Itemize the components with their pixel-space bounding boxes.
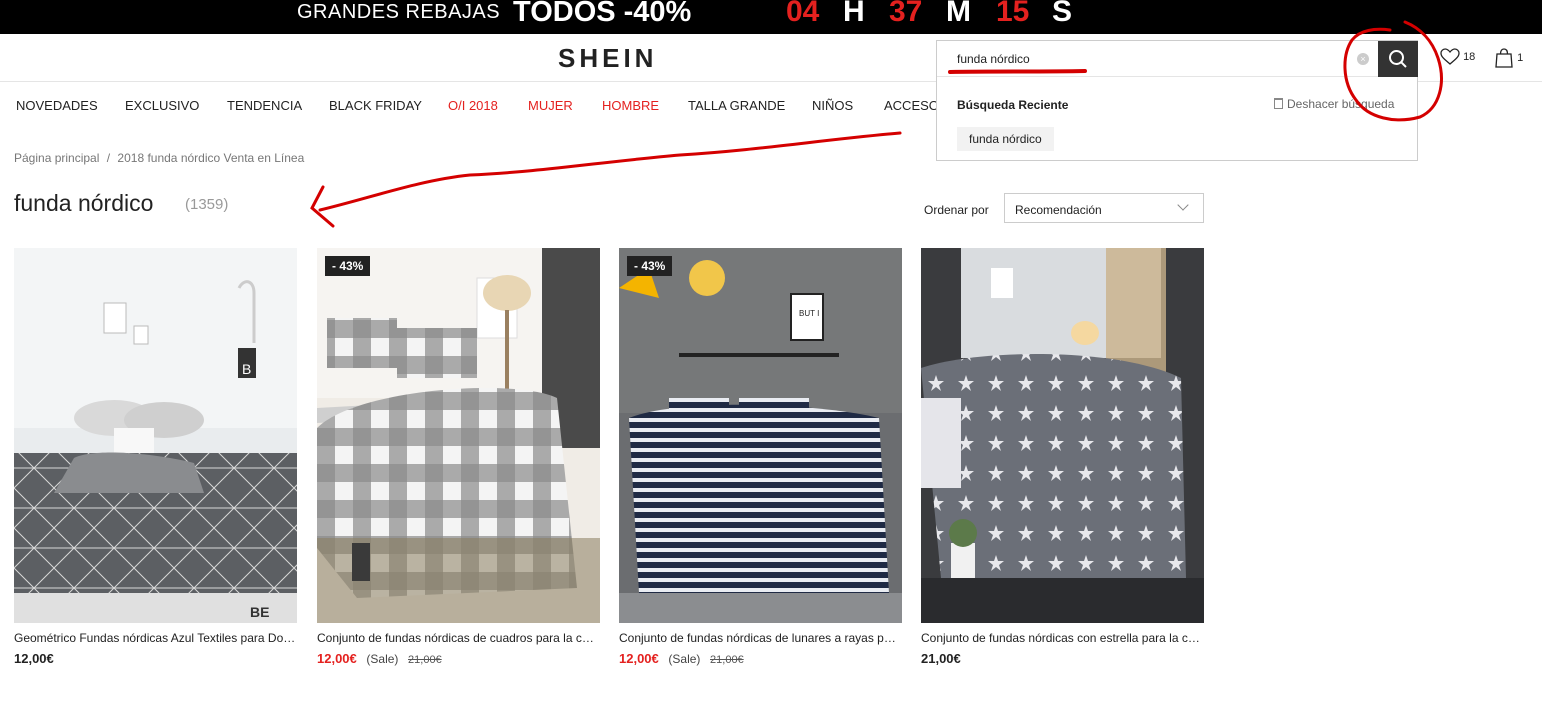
promo-banner[interactable]: GRANDES REBAJAS TODOS -40% 04 H 37 M 15 … <box>0 0 1542 34</box>
wishlist-count: 18 <box>1463 50 1476 63</box>
sort-value: Recomendación <box>1015 203 1102 217</box>
product-image[interactable] <box>921 248 1204 623</box>
svg-text:B: B <box>242 361 251 377</box>
annotation-arrow <box>318 131 902 212</box>
shopping-bag-icon <box>1495 48 1513 68</box>
bedding-gingham-check-image <box>317 248 600 623</box>
countdown-hours-unit: H <box>843 0 865 28</box>
product-prices: 12,00€ (Sale) 21,00€ <box>619 651 902 666</box>
product-image[interactable]: BUT I - 43% <box>619 248 902 623</box>
trash-icon <box>1274 98 1283 109</box>
product-price: 12,00€ <box>14 651 54 666</box>
countdown-minutes: 37 <box>889 0 923 28</box>
clear-search-icon[interactable]: × <box>1357 53 1369 65</box>
product-prices: 21,00€ <box>921 651 1204 666</box>
chevron-down-icon <box>1177 199 1189 211</box>
product-card[interactable]: - 43% Conjunto de fundas nórdicas de cua… <box>317 248 600 666</box>
product-price: 21,00€ <box>921 651 961 666</box>
sort-label: Ordenar por <box>924 203 989 217</box>
nav-item-ninos[interactable]: NIÑOS <box>812 98 853 113</box>
bedding-grey-stars-image <box>921 248 1204 623</box>
product-prices: 12,00€ (Sale) 21,00€ <box>317 651 600 666</box>
cart-count: 1 <box>1517 51 1524 64</box>
countdown-minutes-unit: M <box>946 0 971 28</box>
sort-select[interactable]: Recomendación <box>1004 193 1204 223</box>
nav-item-novedades[interactable]: NOVEDADES <box>16 98 98 113</box>
heart-icon <box>1440 48 1460 65</box>
wishlist-button[interactable]: 18 <box>1440 48 1475 66</box>
nav-item-talla-grande[interactable]: TALLA GRANDE <box>688 98 785 113</box>
undo-search-label: Deshacer búsqueda <box>1287 97 1395 111</box>
bedding-navy-stripes-image: BUT I <box>619 248 902 623</box>
undo-search-button[interactable]: Deshacer búsqueda <box>1274 97 1394 111</box>
sale-label: (Sale) <box>366 652 399 666</box>
product-price: 12,00€ <box>619 651 659 666</box>
breadcrumb-current: 2018 funda nórdico Venta en Línea <box>117 151 305 165</box>
search-input[interactable]: funda nórdico <box>957 52 1030 66</box>
countdown-hours: 04 <box>786 0 820 28</box>
nav-item-mujer[interactable]: MUJER <box>528 98 573 113</box>
svg-text:BE: BE <box>250 604 269 620</box>
cart-button[interactable]: 1 <box>1494 48 1523 68</box>
countdown-seconds: 15 <box>996 0 1030 28</box>
breadcrumb-separator: / <box>106 151 111 165</box>
result-count: (1359) <box>185 196 229 213</box>
product-name[interactable]: Conjunto de fundas nórdicas con estrella… <box>921 631 1204 645</box>
main-nav: NOVEDADES EXCLUSIVO TENDENCIA BLACK FRID… <box>0 96 936 116</box>
breadcrumb-home[interactable]: Página principal <box>14 151 99 165</box>
product-name[interactable]: Conjunto de fundas nórdicas de lunares a… <box>619 631 902 645</box>
page-title: funda nórdico <box>14 190 154 216</box>
search-dropdown: funda nórdico × Búsqueda Reciente Deshac… <box>936 40 1418 161</box>
search-button[interactable] <box>1378 41 1418 77</box>
discount-badge: - 43% <box>325 256 371 276</box>
recent-search-chip[interactable]: funda nórdico <box>957 127 1054 151</box>
shein-logo[interactable]: SHEIN <box>558 43 657 74</box>
sale-label: (Sale) <box>668 652 701 666</box>
svg-text:BUT I: BUT I <box>799 309 819 318</box>
product-card[interactable]: Conjunto de fundas nórdicas con estrella… <box>921 248 1204 666</box>
product-prices: 12,00€ <box>14 651 297 666</box>
search-icon <box>1389 50 1407 68</box>
product-image[interactable]: - 43% <box>317 248 600 623</box>
nav-item-accesorios[interactable]: ACCESORIOS <box>884 98 936 113</box>
breadcrumb: Página principal / 2018 funda nórdico Ve… <box>14 151 304 165</box>
annotation-arrowhead <box>310 185 335 228</box>
product-image[interactable]: B BE <box>14 248 297 623</box>
promo-text: GRANDES REBAJAS <box>297 1 501 23</box>
original-price: 21,00€ <box>408 654 442 666</box>
countdown-seconds-unit: S <box>1052 0 1073 28</box>
product-name[interactable]: Conjunto de fundas nórdicas de cuadros p… <box>317 631 600 645</box>
nav-item-exclusivo[interactable]: EXCLUSIVO <box>125 98 199 113</box>
nav-item-black-friday[interactable]: BLACK FRIDAY <box>329 98 422 113</box>
nav-item-hombre[interactable]: HOMBRE <box>602 98 659 113</box>
nav-item-oi-2018[interactable]: O/I 2018 <box>448 98 498 113</box>
discount-badge: - 43% <box>627 256 673 276</box>
product-price: 12,00€ <box>317 651 357 666</box>
product-name[interactable]: Geométrico Fundas nórdicas Azul Textiles… <box>14 631 297 645</box>
recent-search-title: Búsqueda Reciente <box>957 98 1069 112</box>
product-card[interactable]: BUT I - 43% Conjunto de fundas nórdicas … <box>619 248 902 666</box>
product-card[interactable]: B BE Geométrico Fundas nórdicas Azul Tex… <box>14 248 297 666</box>
search-bar: funda nórdico × <box>937 41 1418 77</box>
original-price: 21,00€ <box>710 654 744 666</box>
promo-offer: TODOS -40% <box>513 0 692 28</box>
nav-item-tendencia[interactable]: TENDENCIA <box>227 98 302 113</box>
bedding-geometric-grey-image: B BE <box>14 248 297 623</box>
